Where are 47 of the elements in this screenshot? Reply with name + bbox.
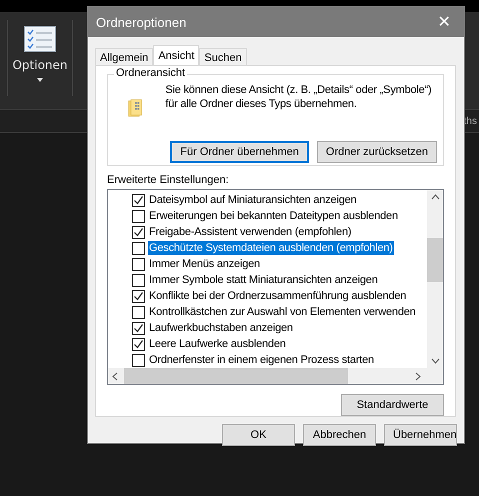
setting-item[interactable]: Dateisymbol auf Miniaturansichten anzeigen xyxy=(148,193,358,207)
setting-item[interactable]: Freigabe-Assistent verwenden (empfohlen) xyxy=(148,225,352,239)
scroll-up-icon[interactable] xyxy=(430,194,440,200)
setting-item[interactable]: Ordnerfenster in einem eigenen Prozess starten xyxy=(148,353,375,367)
scroll-thumb[interactable] xyxy=(427,238,443,282)
dialog-button[interactable]: OK xyxy=(222,424,295,446)
dialog-button[interactable]: Übernehmen xyxy=(384,424,457,446)
setting-item[interactable]: Leere Laufwerke ausblenden xyxy=(148,337,287,351)
scroll-left-icon[interactable] xyxy=(112,372,118,380)
tab[interactable]: Allgemein xyxy=(95,48,154,66)
scroll-down-icon[interactable] xyxy=(430,358,440,364)
folder-button[interactable]: Für Ordner übernehmen xyxy=(170,141,309,163)
group-legend: Ordneransicht xyxy=(114,67,188,79)
setting-item[interactable]: Geschützte Systemdateien ausblenden (empfohlen) xyxy=(148,241,394,255)
setting-item[interactable]: Immer Symbole statt Miniaturansichten anzeigen xyxy=(148,273,379,287)
description-text: Sie können diese Ansicht (z. B. „Details“ oder „Symbole“) für alle Ordner dieses Typs übernehmen. xyxy=(165,83,433,112)
checklist-icon xyxy=(24,26,56,52)
checkbox[interactable] xyxy=(132,194,145,206)
tab[interactable]: Ansicht xyxy=(153,45,200,66)
setting-item[interactable]: Erweiterungen bei bekannten Dateitypen ausblenden xyxy=(148,209,399,223)
checkbox[interactable] xyxy=(132,306,145,318)
checkbox[interactable] xyxy=(132,290,145,302)
folder-button[interactable]: Ordner zurücksetzen xyxy=(316,141,437,163)
checkbox[interactable] xyxy=(132,274,145,286)
checkbox[interactable] xyxy=(132,354,145,366)
setting-item[interactable]: Immer Menüs anzeigen xyxy=(148,257,261,271)
defaults-button[interactable]: Standardwerte xyxy=(341,394,444,416)
scroll-thumb[interactable] xyxy=(124,368,348,384)
dialog-button[interactable]: Abbrechen xyxy=(303,424,376,446)
vertical-scrollbar[interactable] xyxy=(427,190,443,368)
options-button[interactable]: Optionen xyxy=(7,20,73,96)
close-button[interactable]: ✕ xyxy=(424,7,464,37)
section-label: Erweiterte Einstellungen: xyxy=(107,174,230,186)
checkbox[interactable] xyxy=(132,338,145,350)
checkbox[interactable] xyxy=(132,322,145,334)
checkbox[interactable] xyxy=(132,226,145,238)
window-title: Ordneroptionen xyxy=(96,14,186,30)
setting-item[interactable]: Kontrollkästchen zur Auswahl von Elementen verwenden xyxy=(148,305,417,319)
checkbox[interactable] xyxy=(132,242,145,254)
scroll-right-icon[interactable] xyxy=(415,372,421,380)
tab[interactable]: Suchen xyxy=(199,48,247,66)
setting-item[interactable]: Laufwerkbuchstaben anzeigen xyxy=(148,321,294,335)
dropdown-caret-icon xyxy=(36,78,44,83)
checkbox[interactable] xyxy=(132,258,145,270)
checkbox[interactable] xyxy=(132,210,145,222)
horizontal-scrollbar[interactable] xyxy=(108,368,443,384)
setting-item[interactable]: Konflikte bei der Ordnerzusammenführung ausblenden xyxy=(148,289,408,303)
